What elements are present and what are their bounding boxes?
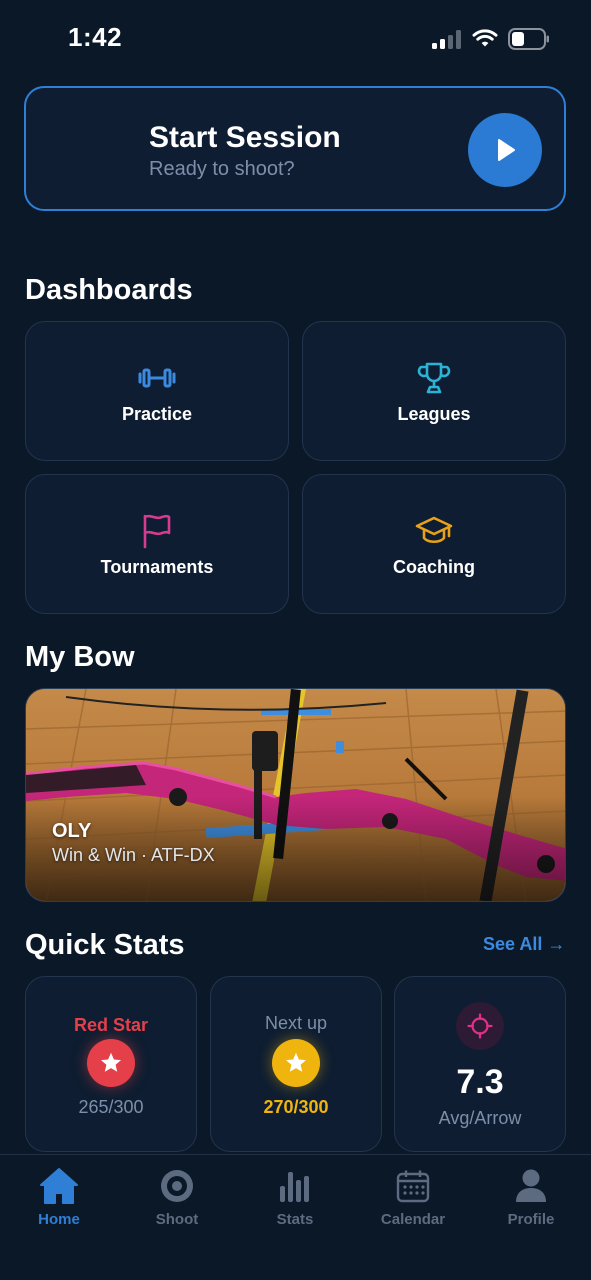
tab-label: Home bbox=[38, 1211, 80, 1228]
status-bar: 1:42 bbox=[0, 0, 591, 80]
stat-award-label: Red Star bbox=[73, 1015, 149, 1035]
battery-icon bbox=[508, 28, 549, 50]
bow-photo bbox=[26, 689, 565, 901]
dashboard-leagues[interactable]: Leagues bbox=[302, 321, 566, 461]
tab-profile[interactable]: Profile bbox=[472, 1167, 590, 1231]
dashboard-label: Leagues bbox=[397, 404, 471, 424]
tab-home[interactable]: Home bbox=[0, 1167, 118, 1231]
start-session-card[interactable]: Start Session Ready to shoot? bbox=[24, 86, 566, 211]
tab-calendar[interactable]: Calendar bbox=[354, 1167, 472, 1231]
tab-bar: Home Shoot Stats Calendar Profile bbox=[0, 1154, 591, 1280]
bow-name: OLY bbox=[52, 820, 92, 842]
tab-label: Profile bbox=[507, 1211, 555, 1228]
tab-label: Shoot bbox=[155, 1211, 199, 1228]
see-all-link[interactable]: See All → bbox=[483, 934, 565, 955]
wifi-icon bbox=[472, 29, 498, 47]
stat-value: 7.3 bbox=[456, 1063, 504, 1101]
dashboards-heading: Dashboards bbox=[25, 274, 193, 306]
stat-card-next-up[interactable]: Next up 270/300 bbox=[210, 976, 382, 1152]
stat-card-red-star[interactable]: Red Star 265/300 bbox=[25, 976, 197, 1152]
tab-shoot[interactable]: Shoot bbox=[118, 1167, 236, 1231]
play-button[interactable] bbox=[468, 113, 542, 187]
crosshair-icon bbox=[456, 1002, 504, 1050]
status-time: 1:42 bbox=[68, 22, 123, 52]
bar-chart-icon bbox=[275, 1167, 315, 1205]
dashboard-label: Tournaments bbox=[100, 557, 214, 577]
calendar-icon bbox=[393, 1167, 433, 1205]
cellular-signal-icon bbox=[432, 29, 462, 49]
trophy-icon bbox=[414, 360, 454, 396]
flag-icon bbox=[137, 513, 177, 549]
target-icon bbox=[157, 1167, 197, 1205]
tab-label: Stats bbox=[276, 1211, 314, 1228]
quick-stats-heading: Quick Stats bbox=[25, 929, 185, 961]
my-bow-heading: My Bow bbox=[25, 641, 135, 673]
stat-next-label: Next up bbox=[264, 1013, 328, 1033]
tab-stats[interactable]: Stats bbox=[236, 1167, 354, 1231]
star-badge-icon bbox=[87, 1039, 135, 1087]
stat-score: 265/300 bbox=[78, 1097, 144, 1117]
profile-icon bbox=[511, 1167, 551, 1205]
bow-detail: Win & Win · ATF-DX bbox=[52, 845, 215, 865]
tab-label: Calendar bbox=[380, 1211, 446, 1228]
dashboard-label: Coaching bbox=[392, 557, 475, 577]
stat-card-avg-arrow[interactable]: 7.3 Avg/Arrow bbox=[394, 976, 566, 1152]
dashboard-coaching[interactable]: Coaching bbox=[302, 474, 566, 614]
play-icon bbox=[498, 139, 515, 161]
dumbbell-icon bbox=[137, 360, 177, 396]
star-badge-icon bbox=[272, 1039, 320, 1087]
dashboard-label: Practice bbox=[121, 404, 193, 424]
graduation-cap-icon bbox=[414, 513, 454, 549]
my-bow-card[interactable]: OLY Win & Win · ATF-DX bbox=[25, 688, 566, 902]
dashboard-practice[interactable]: Practice bbox=[25, 321, 289, 461]
stat-unit: Avg/Arrow bbox=[438, 1108, 522, 1128]
start-session-title: Start Session bbox=[149, 121, 341, 154]
start-session-subtitle: Ready to shoot? bbox=[149, 158, 295, 180]
home-icon bbox=[39, 1167, 79, 1205]
dashboard-tournaments[interactable]: Tournaments bbox=[25, 474, 289, 614]
stat-score: 270/300 bbox=[263, 1097, 329, 1117]
